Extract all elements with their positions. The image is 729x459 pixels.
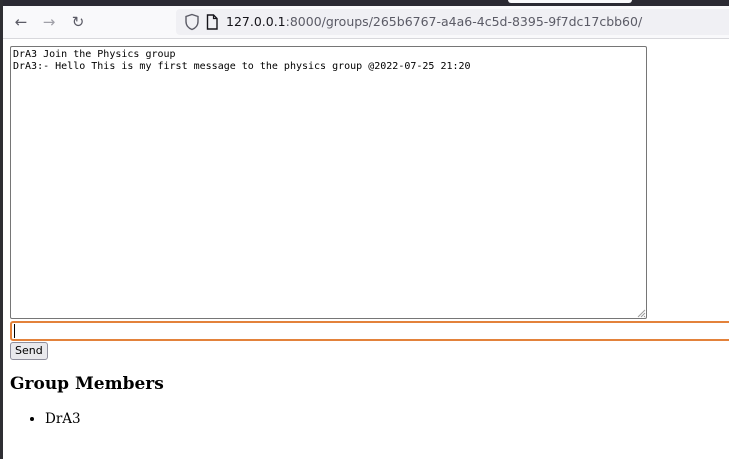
shield-icon[interactable] xyxy=(184,13,200,31)
url-host: 127.0.0.1 xyxy=(226,14,286,29)
member-item: DrA3 xyxy=(45,410,81,428)
window-edge xyxy=(0,0,3,459)
group-members-list: DrA3 xyxy=(10,410,81,428)
send-button[interactable]: Send xyxy=(10,342,48,360)
active-tab-edge[interactable] xyxy=(508,0,632,3)
url-path: :8000/groups/265b6767-a4a6-4c5d-8395-9f7… xyxy=(285,14,643,29)
chat-log-textarea[interactable]: DrA3 Join the Physics group DrA3:- Hello… xyxy=(10,46,647,319)
group-members-heading: Group Members xyxy=(10,374,164,394)
url-text[interactable]: 127.0.0.1:8000/groups/265b6767-a4a6-4c5d… xyxy=(226,9,642,35)
forward-arrow-icon[interactable]: → xyxy=(38,11,60,33)
address-bar[interactable]: 127.0.0.1:8000/groups/265b6767-a4a6-4c5d… xyxy=(176,9,729,35)
text-caret xyxy=(14,324,15,338)
browser-toolbar: ← → ↻ 127.0.0.1:8000/groups/265b6767-a4a… xyxy=(0,6,729,39)
back-arrow-icon[interactable]: ← xyxy=(10,11,32,33)
page-icon[interactable] xyxy=(204,13,220,31)
message-input[interactable] xyxy=(10,321,729,341)
resize-handle-icon[interactable] xyxy=(636,308,646,318)
browser-window: ← → ↻ 127.0.0.1:8000/groups/265b6767-a4a… xyxy=(0,0,729,459)
reload-icon[interactable]: ↻ xyxy=(67,11,89,33)
